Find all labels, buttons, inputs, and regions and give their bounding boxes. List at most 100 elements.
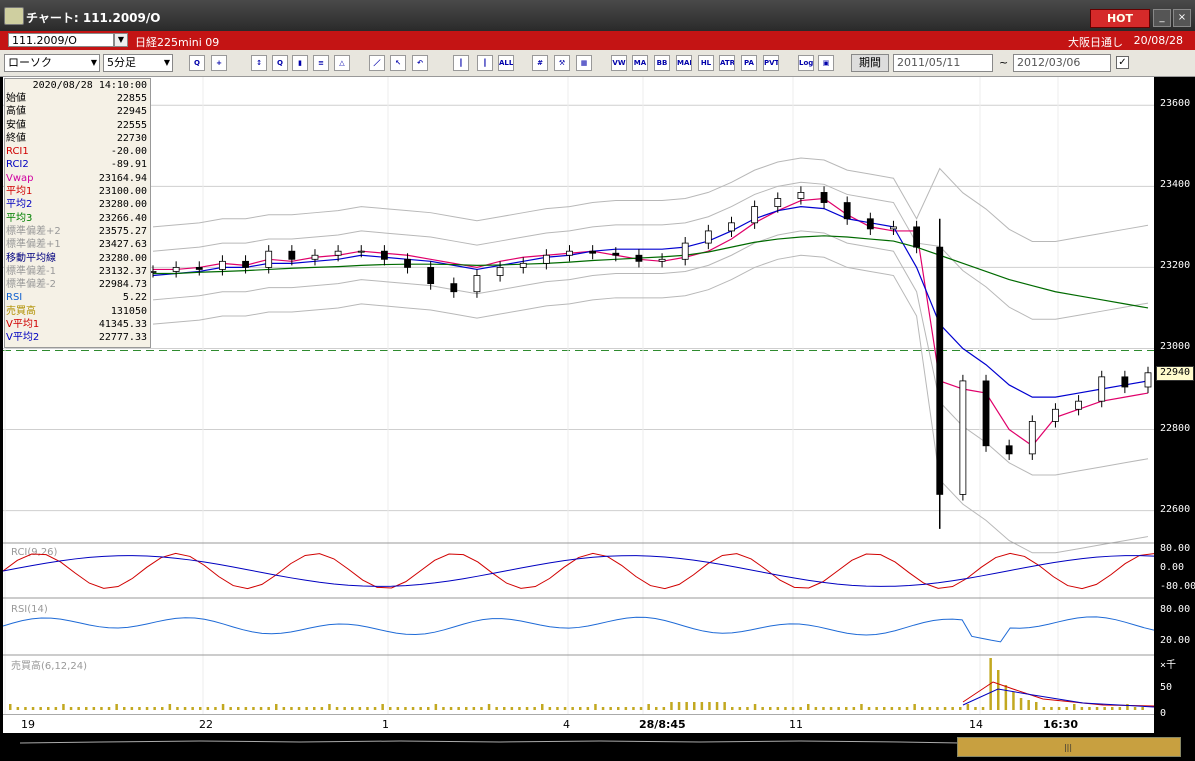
- chart-scrollbar[interactable]: |||: [0, 733, 1195, 761]
- chart-type-select[interactable]: ローソク ▼: [4, 54, 100, 72]
- close-button[interactable]: ×: [1173, 9, 1191, 27]
- period-button[interactable]: 期間: [851, 54, 889, 72]
- grip-icon: |||: [1063, 743, 1073, 752]
- bar-chart-icon[interactable]: ▮: [292, 55, 308, 71]
- volume-bar: [275, 704, 278, 710]
- volume-bar: [252, 707, 255, 710]
- candle: [219, 260, 226, 270]
- period-checkbox[interactable]: ✓: [1116, 56, 1129, 69]
- hot-button[interactable]: HOT: [1090, 9, 1150, 28]
- volume-bar: [639, 707, 643, 710]
- volume-bar: [320, 707, 324, 710]
- minimize-button[interactable]: _: [1153, 9, 1171, 27]
- volume-bar: [16, 707, 20, 710]
- interval-select[interactable]: 5分足 ▼: [103, 54, 173, 72]
- data-window-label: RCI1: [6, 146, 29, 158]
- data-window-row: 移動平均線 23280.00: [5, 252, 150, 265]
- chart-area[interactable]: RCI(9,26) RSI(14) 売買高(6,12,24): [2, 77, 1155, 714]
- candle: [774, 198, 782, 208]
- data-window-value: 22855: [116, 93, 147, 104]
- scale-icon[interactable]: △: [334, 55, 350, 71]
- volume-bar: [358, 707, 362, 710]
- scrollbar-thumb[interactable]: |||: [957, 737, 1181, 757]
- volume-bar: [351, 707, 354, 710]
- volume-bar: [883, 707, 886, 710]
- color-icon[interactable]: ▦: [576, 55, 592, 71]
- volume-bar: [807, 704, 810, 710]
- volume-bar: [997, 670, 1000, 710]
- interval-value: 5分足: [107, 56, 136, 69]
- volume-bar: [1095, 707, 1099, 710]
- volume-bar: [153, 707, 156, 710]
- symbol-dropdown-icon[interactable]: ▼: [114, 33, 128, 47]
- volume-bar: [9, 704, 12, 710]
- vwap-icon[interactable]: VW: [611, 55, 627, 71]
- candle1-icon[interactable]: ┃: [453, 55, 469, 71]
- volume-bar: [107, 707, 111, 710]
- volume-bar: [959, 707, 962, 710]
- trendline-icon[interactable]: ／: [369, 55, 385, 71]
- data-window-row: 高値 22945: [5, 105, 150, 118]
- volume-bar: [814, 707, 818, 710]
- rsi-panel-label: RSI(14): [11, 604, 48, 615]
- data-window-value: -20.00: [110, 146, 147, 158]
- data-window-label: 平均1: [6, 186, 33, 198]
- candle: [172, 267, 180, 272]
- ma-icon[interactable]: MA: [632, 55, 648, 71]
- volume-bar: [647, 704, 650, 710]
- zoom-icon[interactable]: Q: [189, 55, 205, 71]
- mae-icon[interactable]: MAE: [676, 55, 692, 71]
- volume-bar: [586, 707, 590, 710]
- compare-icon[interactable]: ≡: [313, 55, 329, 71]
- symbol-input[interactable]: 111.2009/O: [8, 33, 114, 47]
- volume-bar: [677, 702, 681, 710]
- price-chart[interactable]: RCI(9,26)RSI(14)売買高(6,12,24): [2, 77, 1155, 714]
- data-window-row: 標準偏差-2 22984.73: [5, 278, 150, 291]
- export-icon[interactable]: ▣: [818, 55, 834, 71]
- candle2-icon[interactable]: ┃: [477, 55, 493, 71]
- market-date: 20/08/28: [1133, 34, 1183, 47]
- data-window-value: 23100.00: [98, 186, 147, 198]
- data-window-value: -89.91: [110, 159, 147, 171]
- volume-bar: [890, 707, 894, 710]
- time-tick: 19: [21, 718, 35, 731]
- magnify-icon[interactable]: Q: [272, 55, 288, 71]
- hl-icon[interactable]: HL: [698, 55, 714, 71]
- log-icon[interactable]: Log: [798, 55, 814, 71]
- chart-toolbar: ローソク▼ 5分足▼ Q+↕Q▮≡△／↖↶┃┃ALL#⚒▦VWMABBMAEHL…: [0, 50, 1195, 77]
- atr-icon[interactable]: ATR: [719, 55, 735, 71]
- tool-icon[interactable]: ⚒: [554, 55, 570, 71]
- candle: [542, 254, 550, 264]
- all-icon[interactable]: ALL: [498, 55, 514, 71]
- volume-bar: [700, 702, 704, 710]
- volume-bar: [601, 707, 605, 710]
- data-window-value: 23164.94: [98, 172, 147, 184]
- volume-bar: [214, 707, 217, 710]
- cursor-icon[interactable]: ↖: [390, 55, 406, 71]
- volume-bar: [282, 707, 286, 710]
- chevron-down-icon: ▼: [163, 58, 170, 67]
- volume-bar: [981, 707, 985, 710]
- date-from-input[interactable]: 2011/05/11: [893, 54, 993, 72]
- data-window-row: 標準偏差+1 23427.63: [5, 238, 150, 251]
- volume-bar: [381, 704, 384, 710]
- volume-bar: [533, 707, 536, 710]
- data-window-label: 移動平均線: [6, 252, 56, 264]
- undo-icon[interactable]: ↶: [412, 55, 428, 71]
- date-to-input[interactable]: 2012/03/06: [1013, 54, 1111, 72]
- volume-bar: [693, 702, 696, 710]
- volume-bar: [731, 707, 734, 710]
- crosshair-icon[interactable]: +: [211, 55, 227, 71]
- volume-bar: [943, 707, 947, 710]
- pattern-icon[interactable]: #: [532, 55, 548, 71]
- indicator-tick: 0: [1160, 708, 1167, 719]
- volume-bar: [335, 707, 339, 710]
- drag-icon[interactable]: ↕: [251, 55, 267, 71]
- para-icon[interactable]: PA: [741, 55, 757, 71]
- bb-icon[interactable]: BB: [654, 55, 670, 71]
- pvt-icon[interactable]: PVT: [763, 55, 779, 71]
- volume-bar: [1057, 707, 1061, 710]
- candle: [751, 206, 759, 224]
- data-window-row: RCI2 -89.91: [5, 158, 150, 171]
- candle: [404, 258, 411, 268]
